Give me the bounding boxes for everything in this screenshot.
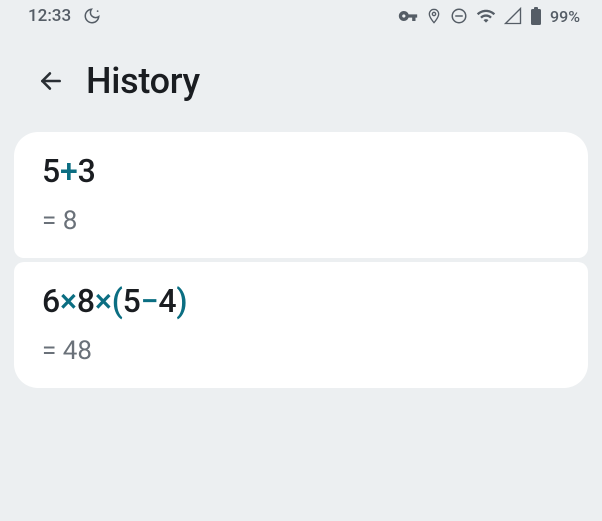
bedtime-icon [83, 7, 101, 25]
signal-icon [504, 7, 522, 25]
back-arrow-icon[interactable] [38, 68, 64, 94]
result: = 8 [42, 206, 560, 236]
expression: 5+3 [42, 152, 560, 190]
battery-icon [530, 7, 542, 25]
battery-percent: 99% [550, 7, 580, 26]
dnd-icon [450, 7, 468, 25]
page-title: History [86, 60, 200, 102]
history-list: 5+3 = 8 6×8×(5−4) = 48 [0, 132, 602, 388]
status-time: 12:33 [28, 6, 71, 26]
status-bar: 12:33 [0, 0, 602, 32]
header: History [0, 32, 602, 132]
history-item[interactable]: 6×8×(5−4) = 48 [14, 262, 588, 388]
expression: 6×8×(5−4) [42, 282, 560, 320]
result: = 48 [42, 336, 560, 366]
history-item[interactable]: 5+3 = 8 [14, 132, 588, 258]
wifi-icon [476, 6, 496, 26]
location-icon [426, 8, 442, 24]
vpn-key-icon [398, 6, 418, 26]
